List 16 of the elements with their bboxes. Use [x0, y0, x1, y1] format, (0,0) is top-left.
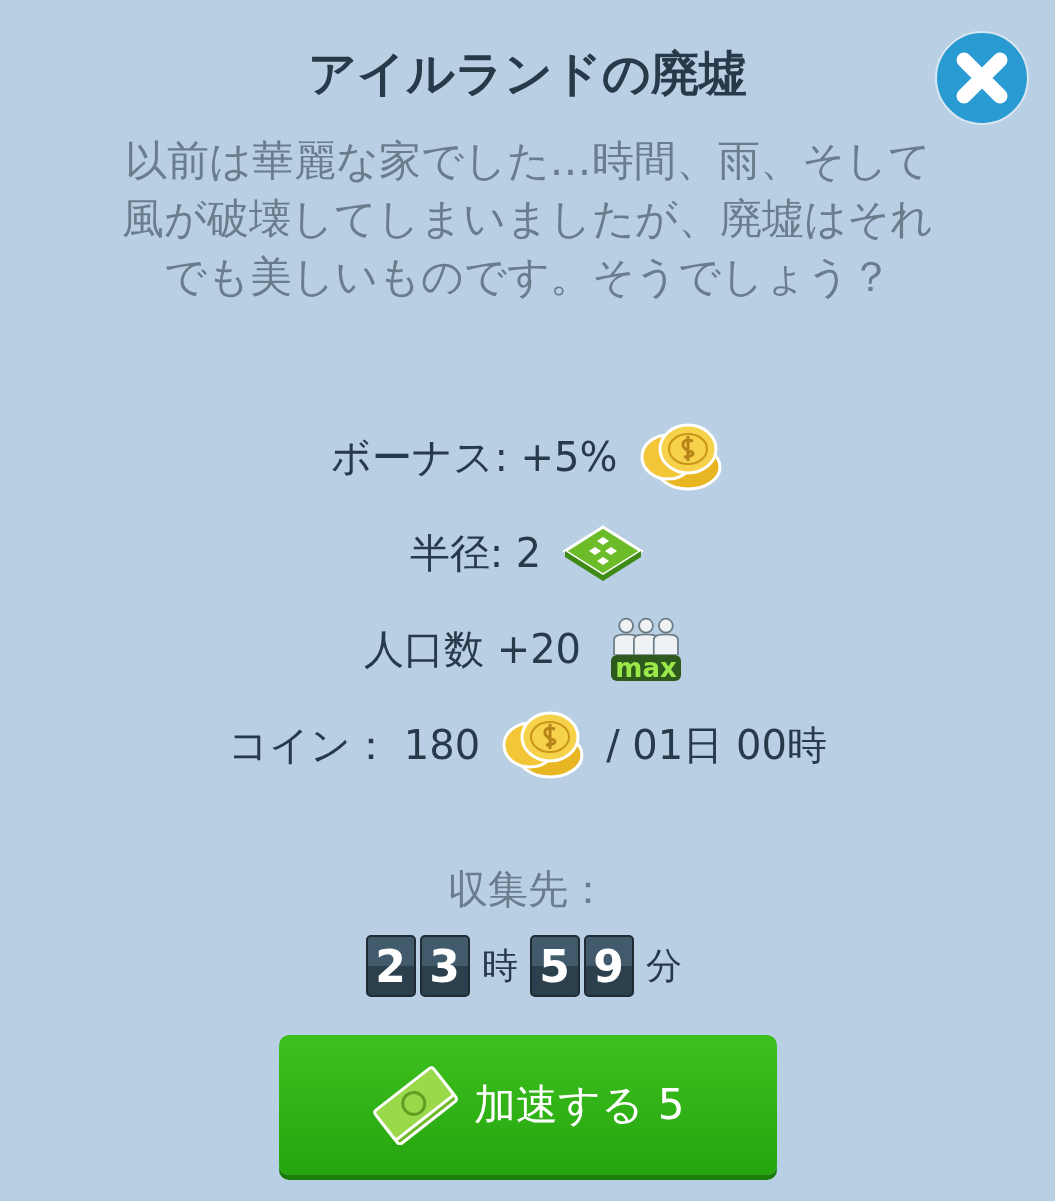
- collect-label: 収集先：: [447, 865, 608, 914]
- timer-digit: 2: [365, 935, 416, 997]
- dialog-title: アイルランドの廃墟: [308, 44, 747, 103]
- timer-digit: 5: [529, 935, 580, 997]
- grid-tile-icon: [561, 523, 646, 583]
- timer-unit: 分: [645, 943, 682, 988]
- timer-digit: 3: [419, 935, 470, 997]
- stat-value: / 01日 00時: [606, 720, 827, 770]
- stat-label: コイン： 180: [228, 720, 481, 770]
- timer-digit: 9: [583, 935, 634, 997]
- stat-label: 半径: 2: [409, 528, 542, 578]
- timer-unit: 時: [481, 943, 518, 988]
- description-text: 以前は華麗な家でした…時間、雨、そして風が破壊してしまいましたが、廃墟はそれでも美しいものです。そうでしょう？: [121, 135, 934, 303]
- max-label: max: [611, 655, 681, 681]
- stat-label: 人口数 +20: [363, 624, 582, 674]
- stat-label: ボーナス: +5%: [331, 432, 618, 482]
